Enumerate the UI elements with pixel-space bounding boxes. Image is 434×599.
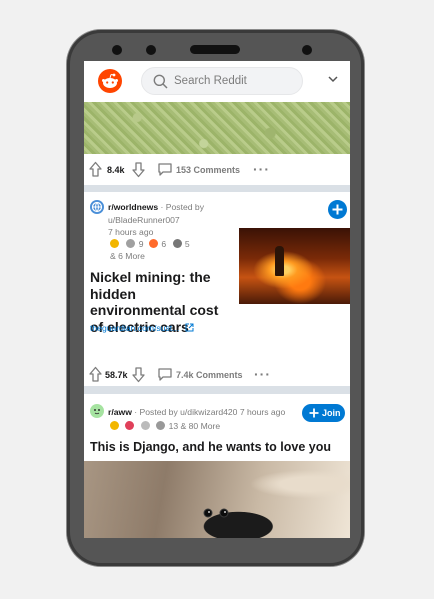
downvote-icon[interactable] (131, 161, 146, 178)
search-input[interactable]: Search Reddit (141, 67, 303, 95)
camera-dot (112, 45, 122, 55)
plus-icon (332, 204, 343, 215)
post-image[interactable] (84, 461, 350, 538)
dog-eyes (203, 508, 229, 518)
post-actions: 58.7k 7.4k Comments ··· (84, 365, 350, 387)
app-screen: Search Reddit 8.4k 153 Comments ··· r/wo… (84, 61, 350, 538)
downvote-icon[interactable] (131, 366, 146, 383)
comment-icon[interactable] (157, 367, 173, 382)
reddit-logo-icon[interactable] (98, 69, 122, 93)
author-name[interactable]: u/BladeRunner007 (108, 214, 180, 226)
subreddit-avatar[interactable] (90, 404, 104, 418)
vote-count: 58.7k (105, 370, 128, 380)
award-icon (140, 421, 150, 430)
award-icon (126, 239, 136, 248)
thumbnail-figure (275, 246, 284, 276)
more-awards[interactable]: & 6 More (110, 250, 145, 262)
subreddit-name[interactable]: r/worldnews (108, 202, 158, 212)
search-icon (153, 74, 168, 89)
comment-icon[interactable] (157, 162, 173, 177)
awards-row[interactable]: 13 & 80 More (110, 420, 220, 432)
chevron-down-icon[interactable] (327, 74, 339, 84)
speaker-grille (190, 45, 240, 54)
upvote-icon[interactable] (88, 161, 103, 178)
search-placeholder: Search Reddit (174, 75, 247, 87)
post-thumbnail[interactable] (239, 228, 350, 304)
external-link[interactable]: theguardian.com/sust... (90, 323, 194, 333)
join-label: Join (322, 408, 341, 418)
award-icon (125, 421, 135, 430)
top-bar: Search Reddit (84, 61, 350, 102)
comment-count[interactable]: 7.4k Comments (176, 370, 243, 380)
front-camera (302, 45, 312, 55)
post-meta: r/aww · Posted by u/dikwizard420 7 hours… (108, 406, 285, 418)
award-icon (148, 239, 158, 248)
more-options-icon[interactable]: ··· (254, 366, 271, 382)
post-actions: 8.4k 153 Comments ··· (84, 160, 350, 182)
subreddit-avatar[interactable] (90, 200, 104, 214)
award-icon (110, 421, 119, 430)
post-title[interactable]: This is Django, and he wants to love you (90, 440, 346, 455)
posted-by-label: · Posted by (160, 202, 204, 212)
posted-by-label: · Posted by u/dikwizard420 7 hours ago (134, 407, 286, 417)
vote-count: 8.4k (107, 165, 125, 175)
join-button[interactable]: Join (302, 404, 345, 422)
post-meta: r/worldnews · Posted by (108, 201, 204, 213)
sensor-dot (146, 45, 156, 55)
awards-row[interactable]: 9 6 5 (110, 238, 190, 250)
more-options-icon[interactable]: ··· (253, 161, 270, 177)
post-time: 7 hours ago (108, 227, 154, 237)
post-image[interactable] (84, 102, 350, 154)
join-plus-button[interactable] (328, 200, 347, 219)
upvote-icon[interactable] (88, 366, 103, 383)
external-link-icon (185, 323, 194, 332)
award-icon (110, 239, 119, 248)
comment-count[interactable]: 153 Comments (176, 165, 240, 175)
subreddit-name[interactable]: r/aww (108, 407, 132, 417)
plus-icon (309, 408, 319, 418)
award-icon (156, 421, 166, 430)
award-icon (172, 239, 182, 248)
